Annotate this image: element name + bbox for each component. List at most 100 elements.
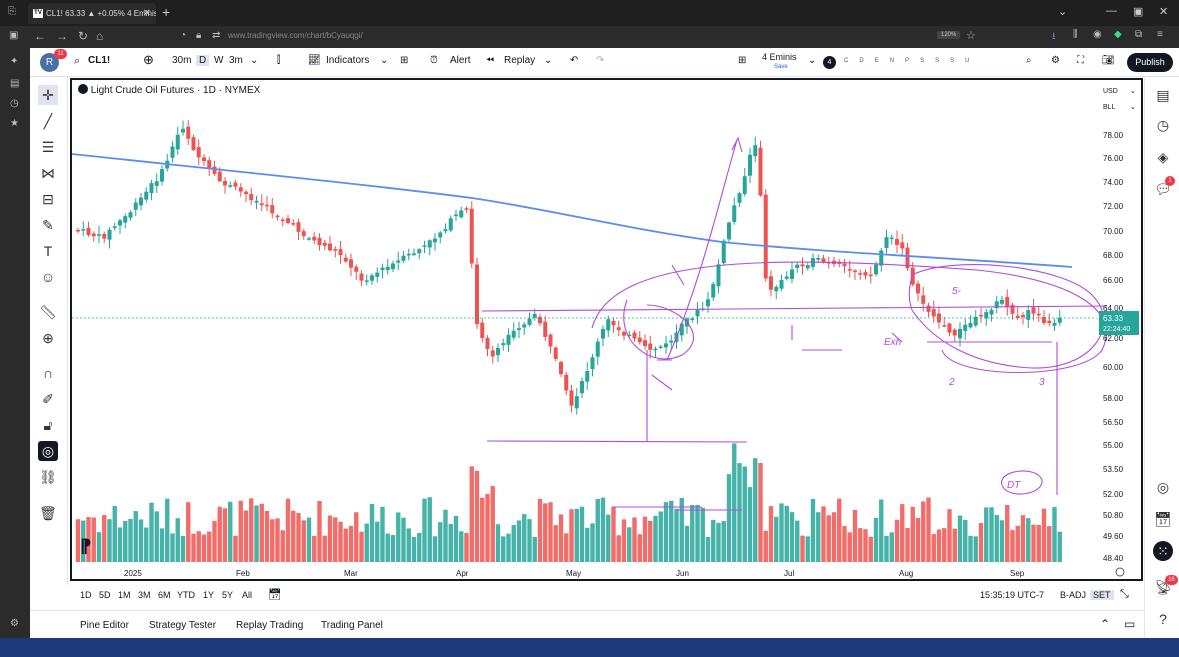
layout-letter-1[interactable]: D bbox=[859, 58, 863, 64]
downloads-icon[interactable]: ⭳ bbox=[1052, 29, 1056, 46]
emoji-icon[interactable]: ☺ bbox=[38, 267, 58, 287]
layout-letter-0[interactable]: C bbox=[844, 58, 848, 64]
compare-add-icon[interactable]: ⊕ bbox=[143, 52, 154, 68]
sidebar-settings-icon[interactable]: ⚙ bbox=[10, 618, 19, 629]
back-icon[interactable]: ← bbox=[34, 29, 46, 43]
library-icon[interactable]: ⫼ bbox=[1073, 29, 1078, 40]
layout-letter-8[interactable]: U bbox=[965, 58, 969, 64]
layout-letter-2[interactable]: E bbox=[875, 58, 879, 64]
projection-icon[interactable]: ⊟ bbox=[38, 189, 58, 209]
help-icon[interactable]: ? bbox=[1153, 609, 1173, 629]
layout-count-badge[interactable]: 4 bbox=[823, 56, 836, 69]
stay-drawing-icon[interactable]: ✐ bbox=[38, 389, 58, 409]
alerts-clock-icon[interactable]: ◷ bbox=[1153, 115, 1173, 135]
templates-grid-icon[interactable]: ⊞ bbox=[400, 55, 408, 66]
currency-dropdown-icon[interactable]: ⌄ bbox=[1130, 88, 1136, 95]
maximize-panel-icon[interactable]: ▭ bbox=[1124, 617, 1135, 631]
close-window-icon[interactable]: ✕ bbox=[1159, 5, 1168, 18]
replay-button[interactable]: Replay bbox=[504, 55, 535, 66]
bookmark-star-icon[interactable]: ☆ bbox=[966, 29, 976, 42]
interval-dropdown-icon[interactable]: ⌄ bbox=[250, 55, 258, 66]
extension-icon[interactable]: ◆ bbox=[1114, 29, 1122, 40]
trend-line-icon[interactable]: ╱ bbox=[38, 111, 58, 131]
layout-letter-4[interactable]: P bbox=[905, 58, 909, 64]
minimize-icon[interactable]: — bbox=[1106, 5, 1117, 17]
unit-label[interactable]: BLL bbox=[1103, 104, 1116, 111]
range-1d[interactable]: 1D bbox=[80, 590, 92, 600]
range-5d[interactable]: 5D bbox=[99, 590, 111, 600]
address-bar[interactable]: www.tradingview.com/chart/bCyauqgi/ bbox=[228, 31, 363, 40]
maximize-icon[interactable]: ▣ bbox=[1133, 5, 1143, 18]
sidebar-toggle-icon[interactable]: ▣ bbox=[9, 30, 18, 41]
browser-tab[interactable]: TV CL1! 63.33 ▲ +0.05% 4 Eminis ✕ bbox=[28, 3, 156, 24]
tab-actions-icon[interactable]: ⎘ bbox=[8, 6, 16, 17]
indicators-icon[interactable]: 📈︎ bbox=[308, 55, 321, 66]
layout-name[interactable]: 4 Eminis bbox=[762, 52, 797, 62]
lock-icon[interactable]: 🔒︎ bbox=[196, 30, 201, 41]
fib-retracement-icon[interactable]: ☰ bbox=[38, 137, 58, 157]
new-tab-icon[interactable]: + bbox=[162, 4, 170, 20]
publish-button[interactable]: Publish bbox=[1127, 53, 1173, 72]
indicators-button[interactable]: Indicators bbox=[326, 55, 369, 66]
layout-letters[interactable]: CDENPSSSU bbox=[844, 58, 980, 64]
redo-icon[interactable]: ↷ bbox=[596, 55, 604, 66]
layout-split-icon[interactable]: ⤡ bbox=[1120, 588, 1129, 601]
tab-pine-editor[interactable]: Pine Editor bbox=[80, 620, 129, 631]
sidebar-bookmarks-icon[interactable]: ▤ bbox=[10, 78, 19, 89]
account-icon[interactable]: ◉ bbox=[1093, 29, 1102, 40]
unit-dropdown-icon[interactable]: ⌄ bbox=[1130, 104, 1136, 111]
indicators-dropdown-icon[interactable]: ⌄ bbox=[380, 55, 388, 66]
replay-dropdown-icon[interactable]: ⌄ bbox=[544, 55, 552, 66]
undo-icon[interactable]: ↶ bbox=[570, 55, 578, 66]
clock-label[interactable]: 15:35:19 UTC-7 bbox=[980, 590, 1044, 600]
range-5y[interactable]: 5Y bbox=[222, 590, 233, 600]
interval-30m[interactable]: 30m bbox=[172, 55, 191, 66]
layout-dropdown-icon[interactable]: ⌄ bbox=[808, 55, 816, 66]
range-6m[interactable]: 6M bbox=[158, 590, 171, 600]
watchlist-icon[interactable]: ▤ bbox=[1153, 85, 1173, 105]
text-tool-icon[interactable]: T bbox=[38, 241, 58, 261]
layout-save-label[interactable]: Save bbox=[774, 64, 788, 70]
alarm-clock-icon[interactable]: ⏰︎ bbox=[430, 55, 438, 66]
symbol-label[interactable]: CL1! bbox=[88, 55, 110, 66]
menu-icon[interactable]: ≡ bbox=[1157, 29, 1163, 40]
layout-letter-5[interactable]: S bbox=[920, 58, 924, 64]
calendar-icon[interactable]: 📅︎ bbox=[1153, 509, 1173, 529]
shield-icon[interactable]: ◔ bbox=[180, 30, 186, 41]
badj-toggle[interactable]: B-ADJ bbox=[1060, 590, 1086, 600]
pattern-icon[interactable]: ⋈ bbox=[38, 163, 58, 183]
range-ytd[interactable]: YTD bbox=[177, 590, 195, 600]
currency-label[interactable]: USD bbox=[1103, 88, 1118, 95]
crosshair-icon[interactable]: ✛ bbox=[38, 85, 58, 105]
layout-letter-7[interactable]: S bbox=[950, 58, 954, 64]
sidebar-star-icon[interactable]: ★ bbox=[10, 118, 19, 129]
layout-grid-icon[interactable]: ⊞ bbox=[738, 55, 746, 66]
interval-3m[interactable]: 3m bbox=[229, 55, 243, 66]
chart-type-candles-icon[interactable]: ⫿ bbox=[277, 55, 280, 66]
hide-drawings-icon[interactable]: ◎ bbox=[38, 441, 58, 461]
zoom-in-icon[interactable]: ⊕ bbox=[38, 328, 58, 348]
magnet-icon[interactable]: ∩ bbox=[38, 363, 58, 383]
trash-icon[interactable]: 🗑︎ bbox=[38, 503, 58, 523]
collapse-panel-icon[interactable]: ⌃ bbox=[1100, 617, 1110, 631]
interval-w[interactable]: W bbox=[214, 55, 223, 66]
range-1y[interactable]: 1Y bbox=[203, 590, 214, 600]
axis-settings-icon[interactable] bbox=[1115, 567, 1125, 577]
reload-icon[interactable]: ↻ bbox=[78, 29, 88, 43]
chart-pane[interactable]: 5- Exh 2 3 DT 78.00 76.00 74.00 72.00 70.00 68.00… bbox=[70, 78, 1143, 581]
ruler-icon[interactable]: 📏︎ bbox=[38, 302, 58, 322]
range-1m[interactable]: 1M bbox=[118, 590, 131, 600]
snapshot-camera-icon[interactable]: 📷︎ bbox=[1102, 55, 1115, 66]
range-3m[interactable]: 3M bbox=[138, 590, 151, 600]
chart-legend[interactable]: Light Crude Oil Futures · 1D · NYMEX bbox=[78, 84, 260, 96]
layers-icon[interactable]: ◈ bbox=[1153, 147, 1173, 167]
symbol-search-icon[interactable]: ⌕ bbox=[74, 55, 80, 68]
chart-settings-gear-icon[interactable]: ⚙ bbox=[1051, 55, 1060, 66]
range-all[interactable]: All bbox=[242, 590, 252, 600]
tab-replay-trading[interactable]: Replay Trading bbox=[236, 620, 303, 631]
tab-trading-panel[interactable]: Trading Panel bbox=[321, 620, 383, 631]
brush-icon[interactable]: ✎ bbox=[38, 215, 58, 235]
ai-sparkle-icon[interactable]: ✦ bbox=[10, 56, 18, 67]
forward-icon[interactable]: → bbox=[56, 29, 68, 43]
tab-close-icon[interactable]: ✕ bbox=[143, 3, 151, 24]
